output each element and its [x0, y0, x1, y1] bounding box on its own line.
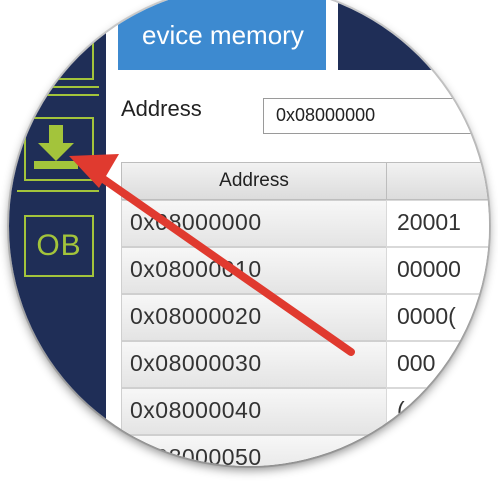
option-bytes-button[interactable]: OB	[24, 215, 94, 277]
table-row[interactable]: 0x08000040 (	[121, 388, 489, 435]
toolbar-divider	[17, 190, 99, 192]
data-cell: 0000(	[386, 294, 489, 341]
address-cell: 0x08000050	[121, 435, 387, 466]
download-icon	[34, 125, 78, 169]
address-cell: 0x08000040	[121, 388, 387, 435]
option-bytes-label: OB	[36, 229, 82, 262]
column-header-data[interactable]	[386, 162, 489, 200]
table-row[interactable]: 0x08000050	[121, 435, 489, 466]
data-cell: 000	[386, 341, 489, 388]
address-cell: 0x08000030	[121, 341, 387, 388]
address-label: Address	[121, 96, 202, 121]
table-row[interactable]: 0x08000010 00000	[121, 247, 489, 294]
column-header-address[interactable]: Address	[121, 162, 387, 200]
table-row[interactable]: 0x08000020 0000(	[121, 294, 489, 341]
tab-bar: evice memory	[106, 0, 489, 70]
left-toolbar: OB	[9, 0, 106, 466]
tab-device-memory[interactable]: evice memory	[118, 0, 326, 70]
table-row[interactable]: 0x08000030 000	[121, 341, 489, 388]
tab-label: evice memory	[142, 20, 304, 50]
memory-table: Address 0x08000000 20001 0x08000010 0000…	[121, 162, 489, 466]
toolbar-divider	[17, 94, 99, 96]
tab-next[interactable]	[338, 0, 489, 70]
address-input[interactable]: 0x08000000	[263, 98, 489, 134]
data-cell: (	[386, 388, 489, 435]
address-cell: 0x08000000	[121, 200, 387, 247]
download-button[interactable]	[24, 117, 94, 181]
address-cell: 0x08000020	[121, 294, 387, 341]
address-cell: 0x08000010	[121, 247, 387, 294]
table-row[interactable]: 0x08000000 20001	[121, 200, 489, 247]
toolbar-button-previous[interactable]	[22, 26, 94, 80]
magnified-view: OB evice memory Address 0x08000000 Addre…	[9, 0, 489, 466]
data-cell	[386, 435, 489, 466]
toolbar-divider	[17, 86, 99, 88]
data-cell: 00000	[386, 247, 489, 294]
data-cell: 20001	[386, 200, 489, 247]
